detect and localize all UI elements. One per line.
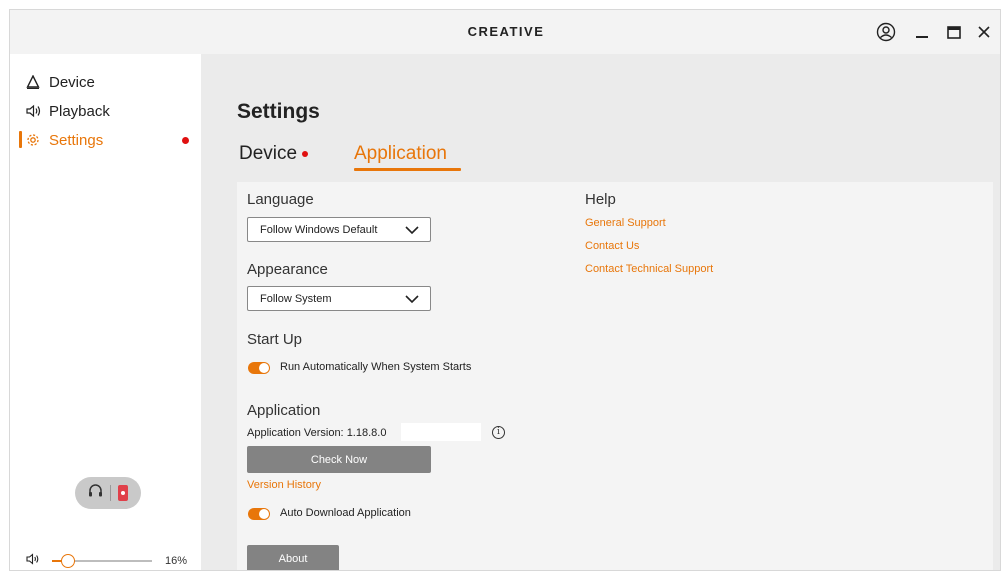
sidebar-item-label: Device [49,73,95,91]
run-at-startup-toggle[interactable] [248,362,270,374]
toggle-divider [109,485,111,501]
appearance-select-value: Follow System [260,292,332,305]
version-history-link[interactable]: Version History [247,479,321,491]
page-title: Settings [237,100,320,123]
close-icon[interactable] [972,20,996,44]
sidebar-item-label: Playback [49,102,110,120]
appearance-select[interactable]: Follow System [247,286,431,311]
version-label: Application Version: 1.18.8.0 [247,427,386,439]
version-value: 1.18.8.0 [346,427,387,439]
contact-technical-support-link[interactable]: Contact Technical Support [585,263,713,275]
title-bar[interactable]: CREATIVE [10,10,1000,54]
redacted-area [401,423,481,441]
minimize-icon[interactable] [910,20,934,44]
gear-icon [25,133,41,147]
app-window: CREATIVE Device Playback Settings 16% Se… [9,9,1001,571]
tab-device[interactable]: Device [239,143,309,165]
appearance-heading: Appearance [247,261,328,278]
language-heading: Language [247,191,314,208]
contact-us-link[interactable]: Contact Us [585,240,639,252]
active-indicator [19,131,22,148]
chevron-down-icon [404,224,420,239]
output-device-toggle[interactable] [75,477,141,509]
main-content: Settings Device Application Language Fol… [201,54,1000,570]
language-select-value: Follow Windows Default [260,223,378,236]
sidebar-item-device[interactable]: Device [10,69,201,95]
headphones-icon[interactable] [88,483,103,503]
sidebar-item-playback[interactable]: Playback [10,98,201,124]
notification-dot [182,137,189,144]
auto-download-label: Auto Download Application [280,507,411,519]
settings-panel: Language Follow Windows Default Appearan… [237,182,993,570]
device-icon [25,75,41,89]
volume-thumb[interactable] [61,554,75,568]
maximize-icon[interactable] [942,20,966,44]
sidebar-item-settings[interactable]: Settings [10,127,201,153]
volume-value: 16% [165,555,188,567]
tab-label: Application [354,143,447,164]
tab-application[interactable]: Application [354,143,447,165]
speaker-icon [25,104,41,118]
version-caption: Application Version: [247,427,344,439]
help-heading: Help [585,191,616,208]
volume-slider[interactable] [52,554,152,568]
application-heading: Application [247,402,321,419]
notification-dot [302,150,309,157]
volume-icon[interactable] [26,553,40,568]
volume-control: 16% [10,551,201,570]
info-icon[interactable]: i [492,426,505,439]
active-tab-underline [354,168,461,171]
check-now-button[interactable]: Check Now [247,446,431,473]
auto-download-toggle[interactable] [248,508,270,520]
sidebar: Device Playback Settings 16% [10,54,201,570]
user-icon[interactable] [874,20,898,44]
general-support-link[interactable]: General Support [585,217,666,229]
about-button[interactable]: About [247,545,339,570]
run-at-startup-label: Run Automatically When System Starts [280,361,472,373]
speaker-box-icon[interactable] [117,485,128,501]
brand-logo: CREATIVE [467,24,545,39]
language-select[interactable]: Follow Windows Default [247,217,431,242]
chevron-down-icon [404,293,420,308]
sidebar-item-label: Settings [49,131,104,149]
tab-label: Device [239,143,298,164]
startup-heading: Start Up [247,331,303,348]
